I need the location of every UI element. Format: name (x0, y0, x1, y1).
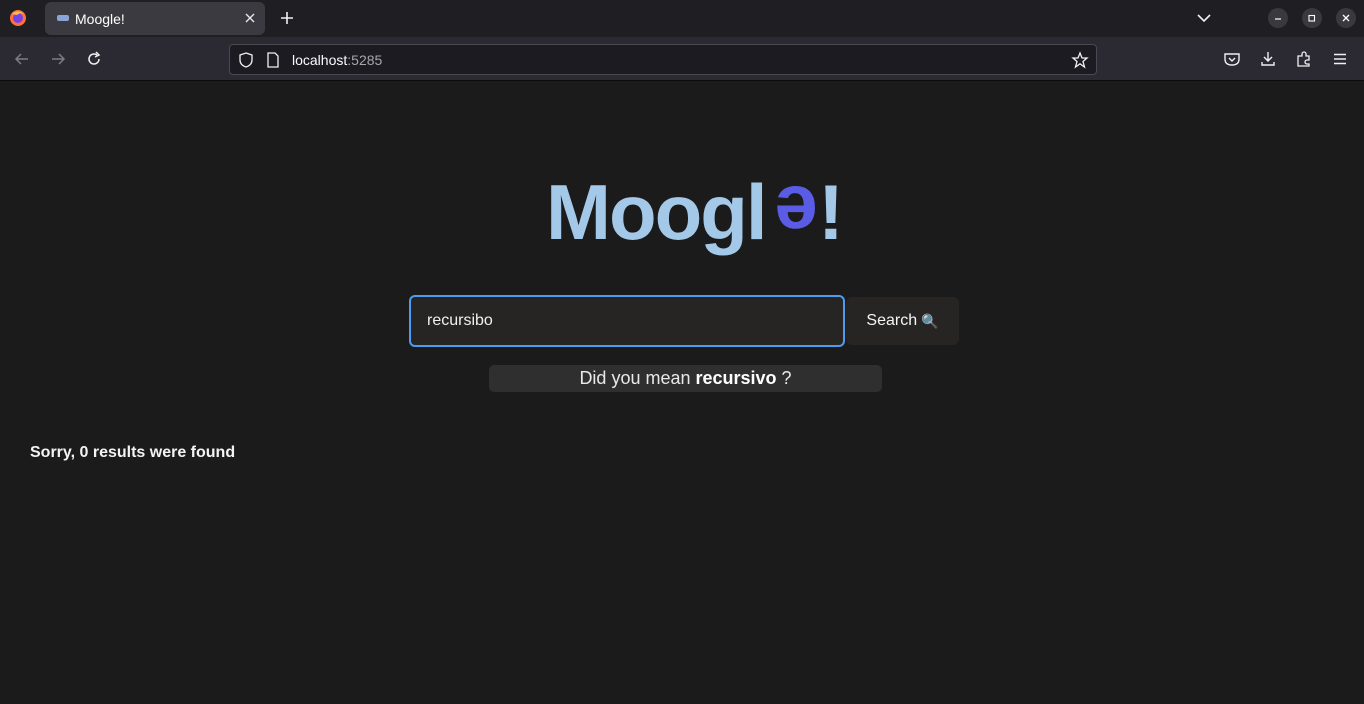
suggestion-prefix: Did you mean (579, 368, 691, 388)
new-tab-icon[interactable] (278, 9, 296, 27)
forward-arrow-icon[interactable] (49, 50, 67, 68)
suggestion-word[interactable]: recursivo (696, 368, 777, 389)
minimize-icon (1275, 18, 1281, 20)
close-window-button[interactable] (1336, 8, 1356, 28)
minimize-button[interactable] (1268, 8, 1288, 28)
search-button-label: Search (866, 312, 918, 329)
restore-button[interactable] (1302, 8, 1322, 28)
close-icon (1342, 14, 1350, 22)
suggestion-suffix: ? (781, 368, 792, 388)
chevron-down-icon[interactable] (1195, 9, 1213, 27)
url-bar[interactable]: localhost:5285 (229, 44, 1097, 75)
menu-icon[interactable] (1331, 50, 1349, 68)
logo-text-main: Moogl (546, 173, 766, 256)
restore-icon (1308, 14, 1316, 22)
tab-moogle[interactable]: Moogle! (45, 2, 265, 35)
page-content: Moogl e ! Search 🔍 Did you mean recursiv… (0, 81, 1364, 704)
search-button[interactable]: Search 🔍 (846, 297, 959, 345)
tab-bar: Moogle! (0, 0, 1364, 37)
logo-text-bang: ! (818, 173, 844, 256)
close-tab-icon[interactable] (241, 9, 259, 27)
results-message: Sorry, 0 results were found (30, 444, 236, 461)
tab-title: Moogle! (75, 11, 125, 27)
pocket-icon[interactable] (1223, 50, 1241, 68)
url-text[interactable]: localhost:5285 (292, 52, 382, 68)
moogle-logo: Moogl e ! (546, 173, 844, 258)
page-icon[interactable] (266, 52, 280, 68)
download-icon[interactable] (1259, 50, 1277, 68)
reload-icon[interactable] (85, 50, 103, 68)
shield-icon[interactable] (238, 52, 254, 68)
did-you-mean-suggestion[interactable]: Did you mean recursivo ? (489, 365, 882, 392)
back-arrow-icon[interactable] (13, 50, 31, 68)
search-icon: 🔍 (921, 312, 939, 329)
star-icon[interactable] (1071, 51, 1089, 69)
navigation-bar: localhost:5285 (0, 37, 1364, 81)
search-input[interactable] (409, 295, 845, 347)
firefox-icon[interactable] (8, 8, 28, 28)
logo-text-accent: e (775, 173, 818, 258)
favicon-icon (57, 15, 69, 21)
extensions-icon[interactable] (1295, 50, 1313, 68)
